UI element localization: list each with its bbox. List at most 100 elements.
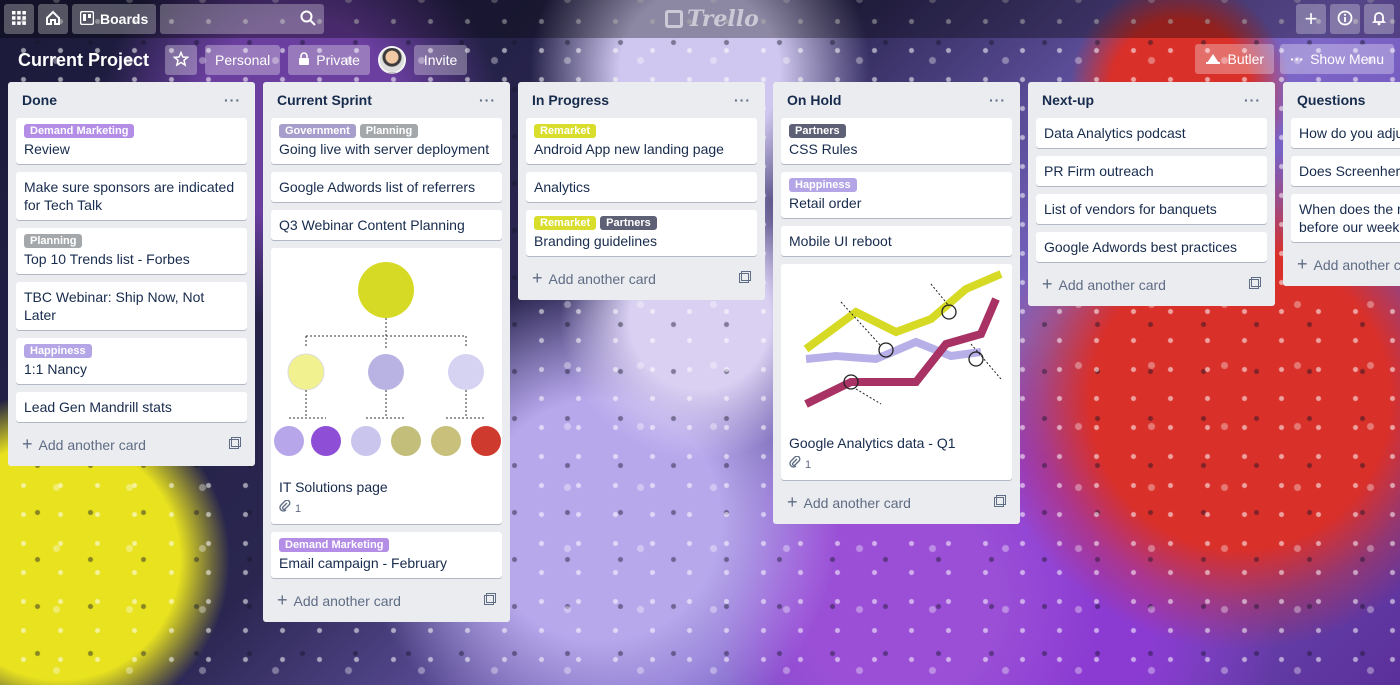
card-label[interactable]: Demand Marketing [279,538,390,552]
plus-icon: + [1297,253,1308,274]
board-title[interactable]: Current Project [10,50,157,71]
card[interactable]: Partners CSS Rules [781,118,1012,164]
add-card-label: Add another card [293,592,401,609]
add-card-button[interactable]: + Add another card [781,488,1012,516]
member-avatar[interactable] [377,46,406,74]
privacy-button[interactable]: Private [288,45,370,75]
card-cover-image [271,248,502,472]
card[interactable]: Data Analytics podcast [1036,118,1267,148]
list-menu-icon[interactable]: ··· [479,92,496,108]
card[interactable]: Google Adwords list of referrers [271,172,502,202]
card-title: Google Analytics data - Q1 [789,435,956,451]
invite-label: Invite [423,52,458,68]
card[interactable]: Planning Top 10 Trends list - Forbes [16,228,247,274]
card[interactable]: How do you adjust Illustrator? [1291,118,1400,148]
add-card-label: Add another card [1313,256,1400,273]
card-title: Google Adwords best practices [1044,239,1237,255]
list-menu-icon[interactable]: ··· [734,92,751,108]
bell-icon [1371,10,1387,29]
list-title[interactable]: Next-up [1042,92,1094,108]
list-title[interactable]: Current Sprint [277,92,372,108]
card[interactable]: When does the new increase - before our … [1291,194,1400,242]
card-label[interactable]: Planning [359,124,419,138]
template-icon[interactable] [1249,276,1261,292]
card-title: Retail order [789,195,862,211]
list-menu-icon[interactable]: ··· [1244,92,1261,108]
add-card-button[interactable]: + Add another card [526,264,757,292]
list-menu-icon[interactable]: ··· [224,92,241,108]
list-title[interactable]: Questions [1297,92,1365,108]
template-icon[interactable] [739,270,751,286]
template-icon[interactable] [484,592,496,608]
boards-button[interactable]: Boards [72,4,157,34]
card-label[interactable]: Government [279,124,356,138]
card[interactable]: Google Adwords best practices [1036,232,1267,262]
paperclip-icon [789,455,801,474]
add-card-label: Add another card [803,494,911,511]
card[interactable]: Lead Gen Mandrill stats [16,392,247,422]
card[interactable]: IT Solutions page 1 [271,248,502,524]
card-title: Top 10 Trends list - Forbes [24,251,190,267]
card[interactable]: Remarket Android App new landing page [526,118,757,164]
info-button[interactable] [1330,4,1360,34]
card-label[interactable]: Happiness [24,344,92,358]
add-card-button[interactable]: + Add another card [1291,250,1400,278]
card-label[interactable]: Planning [24,234,83,248]
list-menu-icon[interactable]: ··· [989,92,1006,108]
invite-button[interactable]: Invite [413,45,468,75]
card-title: Email campaign - February [279,555,448,571]
card[interactable]: Mobile UI reboot [781,226,1012,256]
card-title: How do you adjust Illustrator? [1299,125,1400,141]
show-menu-button[interactable]: ··· Show Menu [1280,44,1394,74]
trello-logo[interactable]: Trello [665,6,759,32]
add-card-label: Add another card [38,436,146,453]
card-label[interactable]: Partners [600,216,657,230]
template-icon[interactable] [229,436,241,452]
card-title: Mobile UI reboot [789,233,892,249]
card-label[interactable]: Remarket [534,216,597,230]
card-title: Review [24,141,70,157]
home-button[interactable] [38,4,68,34]
lock-icon [298,51,310,69]
card[interactable]: Happiness Retail order [781,172,1012,218]
card[interactable]: Remarket Partners Branding guidelines [526,210,757,256]
card[interactable]: PR Firm outreach [1036,156,1267,186]
privacy-label: Private [316,52,360,68]
card-title: IT Solutions page [279,479,388,495]
template-icon[interactable] [994,494,1006,510]
add-card-button[interactable]: + Add another card [16,430,247,458]
card-label[interactable]: Remarket [534,124,597,138]
list-title[interactable]: Done [22,92,57,108]
butler-button[interactable]: Butler [1195,44,1275,74]
card[interactable]: Demand Marketing Email campaign - Februa… [271,532,502,578]
add-card-button[interactable]: + Add another card [271,586,502,614]
add-card-button[interactable]: + Add another card [1036,270,1267,298]
star-button[interactable] [165,45,198,75]
card[interactable]: Analytics [526,172,757,202]
card[interactable]: Demand Marketing Review [16,118,247,164]
card[interactable]: Government Planning Going live with serv… [271,118,502,164]
list-done: Done ··· Demand Marketing Review Make su… [8,82,255,466]
card[interactable]: Make sure sponsors are indicated for Tec… [16,172,247,220]
create-button[interactable]: + [1296,4,1326,34]
card[interactable]: Happiness 1:1 Nancy [16,338,247,384]
card[interactable]: Google Analytics data - Q1 1 [781,264,1012,480]
butler-label: Butler [1227,51,1265,67]
apps-button[interactable] [4,4,34,34]
card[interactable]: TBC Webinar: Ship Now, Not Later [16,282,247,330]
card[interactable]: List of vendors for banquets [1036,194,1267,224]
notifications-button[interactable] [1364,4,1394,34]
card[interactable]: Q3 Webinar Content Planning [271,210,502,240]
show-menu-label: Show Menu [1310,51,1384,67]
card-label[interactable]: Happiness [789,178,857,192]
card-label[interactable]: Partners [789,124,846,138]
list-title[interactable]: On Hold [787,92,841,108]
list-on-hold: On Hold ··· Partners CSS Rules Happiness… [773,82,1020,524]
card-title: CSS Rules [789,141,858,157]
card-label[interactable]: Demand Marketing [24,124,135,138]
list-title[interactable]: In Progress [532,92,609,108]
card[interactable]: Does Screenhero [1291,156,1400,186]
search-input[interactable] [160,4,325,34]
team-visibility-button[interactable]: Personal [205,45,281,75]
card-title: Make sure sponsors are indicated for Tec… [24,179,235,213]
